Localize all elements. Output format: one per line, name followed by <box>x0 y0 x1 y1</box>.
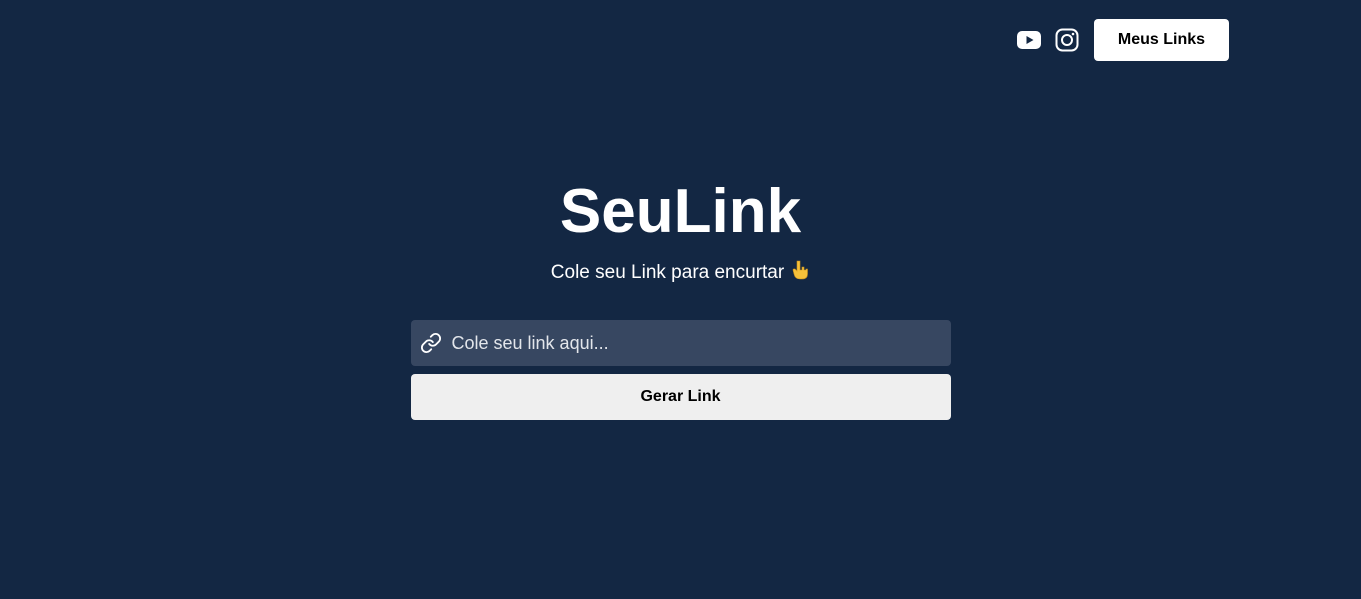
page-title: SeuLink <box>559 177 802 246</box>
subtitle-text: Cole seu Link para encurtar <box>550 262 785 283</box>
main-content: SeuLink Cole seu Link para encurtar Gera… <box>0 0 1361 420</box>
gerar-link-button[interactable]: Gerar Link <box>410 374 951 420</box>
link-icon <box>420 332 442 354</box>
link-input-wrapper[interactable] <box>410 319 951 367</box>
pointing-down-hand-icon <box>790 260 810 286</box>
shorten-form: Gerar Link <box>410 319 951 420</box>
subtitle: Cole seu Link para encurtar <box>551 260 810 286</box>
link-input[interactable] <box>449 319 951 367</box>
